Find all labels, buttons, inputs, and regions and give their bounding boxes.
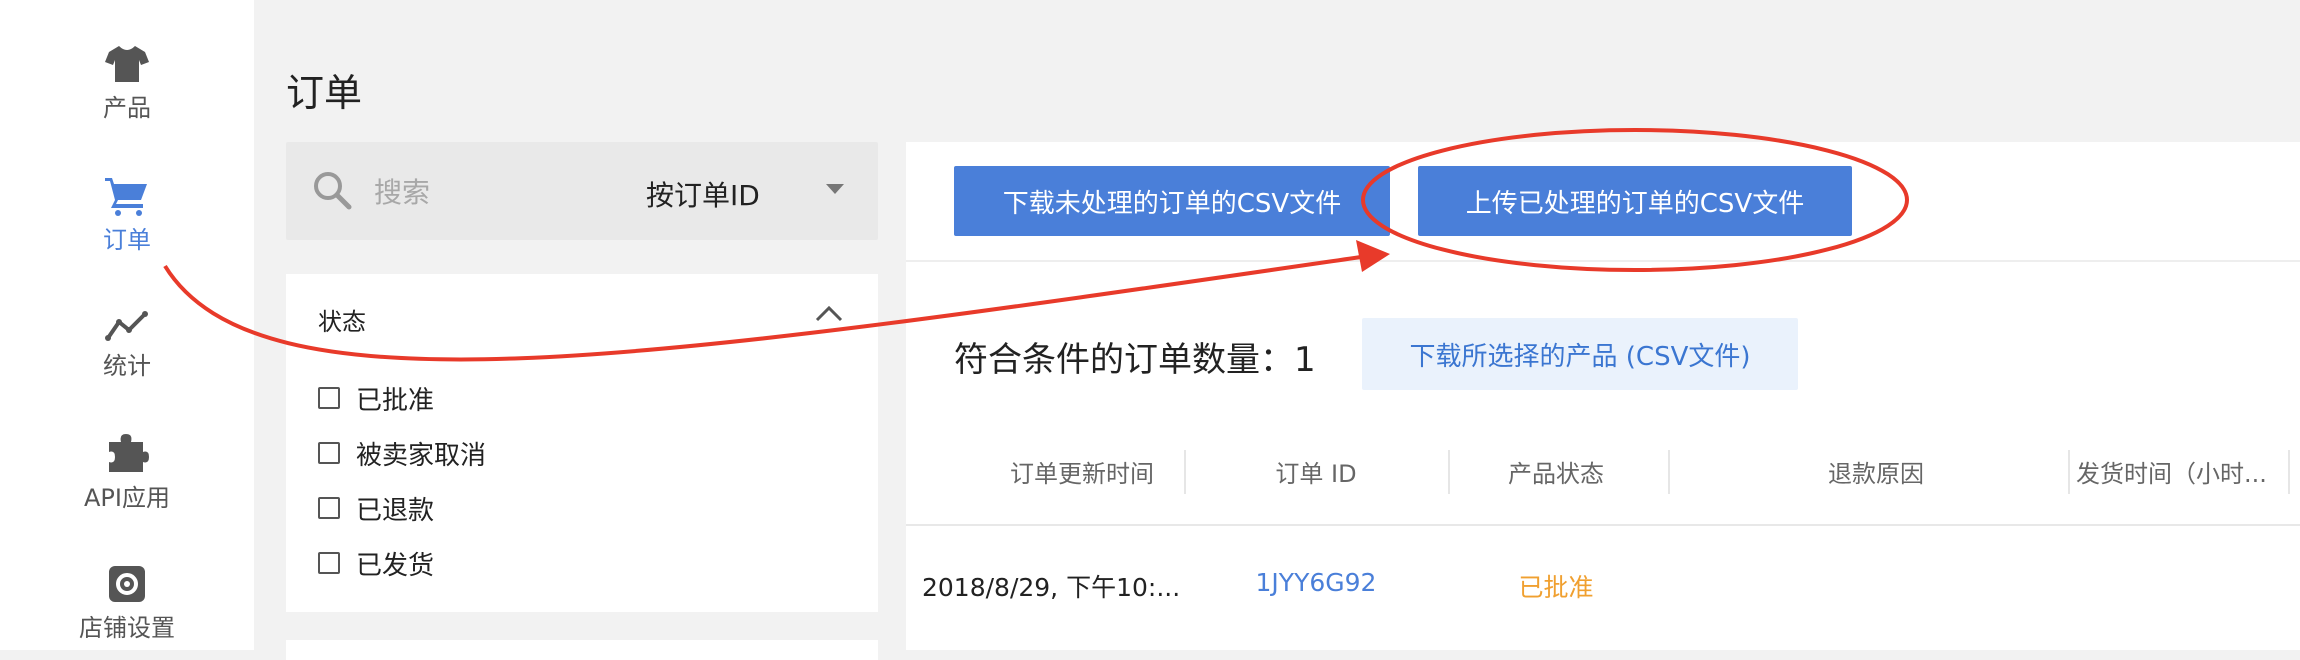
sidebar-item-label: 店铺设置 (79, 614, 175, 642)
sidebar-item-stats[interactable]: 统计 (0, 310, 254, 381)
filter-option-approved[interactable]: 已批准 (318, 378, 434, 418)
upload-processed-csv-button[interactable]: 上传已处理的订单的CSV文件 (1418, 166, 1852, 236)
filter-option-label: 已退款 (356, 495, 435, 526)
column-header-ship-time[interactable]: 发货时间（小时... (2076, 454, 2276, 489)
table-header-line (906, 524, 2300, 526)
sidebar-item-shop-settings[interactable]: 店铺设置 (0, 564, 254, 643)
column-separator (1448, 450, 1450, 494)
filter-title: 状态 (318, 308, 366, 336)
column-separator (1668, 450, 1670, 494)
cell-order-id[interactable]: 1JYY6G92 (1206, 568, 1426, 597)
sidebar-item-api[interactable]: API应用 (0, 430, 254, 513)
cart-icon (105, 178, 147, 216)
filter-option-label: 被卖家取消 (356, 440, 487, 471)
column-separator (2068, 450, 2070, 494)
checkbox[interactable] (318, 497, 340, 519)
column-header-updated[interactable]: 订单更新时间 (972, 454, 1192, 489)
sidebar-item-label: 统计 (103, 352, 151, 380)
checkbox[interactable] (318, 552, 340, 574)
column-separator (2288, 450, 2290, 494)
cell-status: 已批准 (1518, 573, 1594, 602)
search-type-dropdown[interactable]: 按订单ID (640, 170, 870, 214)
filter-option-label: 已发货 (356, 550, 435, 581)
search-input[interactable] (372, 166, 596, 218)
search-icon (314, 172, 352, 210)
order-count: 符合条件的订单数量：1 (954, 340, 1316, 380)
sidebar-item-label: 产品 (103, 94, 151, 122)
search-type-selected: 按订单ID (646, 179, 760, 212)
divider (906, 260, 2300, 262)
chevron-down-icon (826, 184, 844, 194)
column-header-refund-reason[interactable]: 退款原因 (1676, 454, 2076, 489)
puzzle-icon (109, 434, 149, 472)
next-filter-panel (286, 640, 878, 660)
orders-main-panel: 下载未处理的订单的CSV文件 上传已处理的订单的CSV文件 符合条件的订单数量：… (906, 142, 2300, 650)
checkbox[interactable] (318, 442, 340, 464)
column-separator (1184, 450, 1186, 494)
column-header-order-id[interactable]: 订单 ID (1206, 454, 1426, 489)
chevron-up-icon[interactable] (814, 304, 844, 324)
filter-option-shipped[interactable]: 已发货 (318, 543, 434, 583)
filter-option-cancelled-by-seller[interactable]: 被卖家取消 (318, 433, 486, 473)
chart-line-icon (105, 311, 148, 341)
sidebar-item-products[interactable]: 产品 (0, 44, 254, 123)
status-filter-panel: 状态 已批准 被卖家取消 已退款 已发货 (286, 274, 878, 612)
sidebar-item-orders[interactable]: 订单 (0, 176, 254, 255)
download-unprocessed-csv-button[interactable]: 下载未处理的订单的CSV文件 (954, 166, 1390, 236)
filter-option-label: 已批准 (356, 385, 435, 416)
checkbox[interactable] (318, 387, 340, 409)
gear-icon (109, 566, 145, 602)
tshirt-icon (105, 46, 149, 82)
column-header-status[interactable]: 产品状态 (1456, 454, 1656, 489)
cell-updated: 2018/8/29, 下午10:... (922, 573, 1181, 602)
sidebar: 产品 订单 统计 API应用 店铺设置 (0, 0, 254, 650)
filter-option-refunded[interactable]: 已退款 (318, 488, 434, 528)
sidebar-item-label: 订单 (103, 226, 151, 254)
page-title: 订单 (286, 71, 363, 115)
sidebar-item-label: API应用 (84, 484, 170, 512)
download-selected-csv-button[interactable]: 下载所选择的产品 (CSV文件) (1362, 318, 1798, 390)
